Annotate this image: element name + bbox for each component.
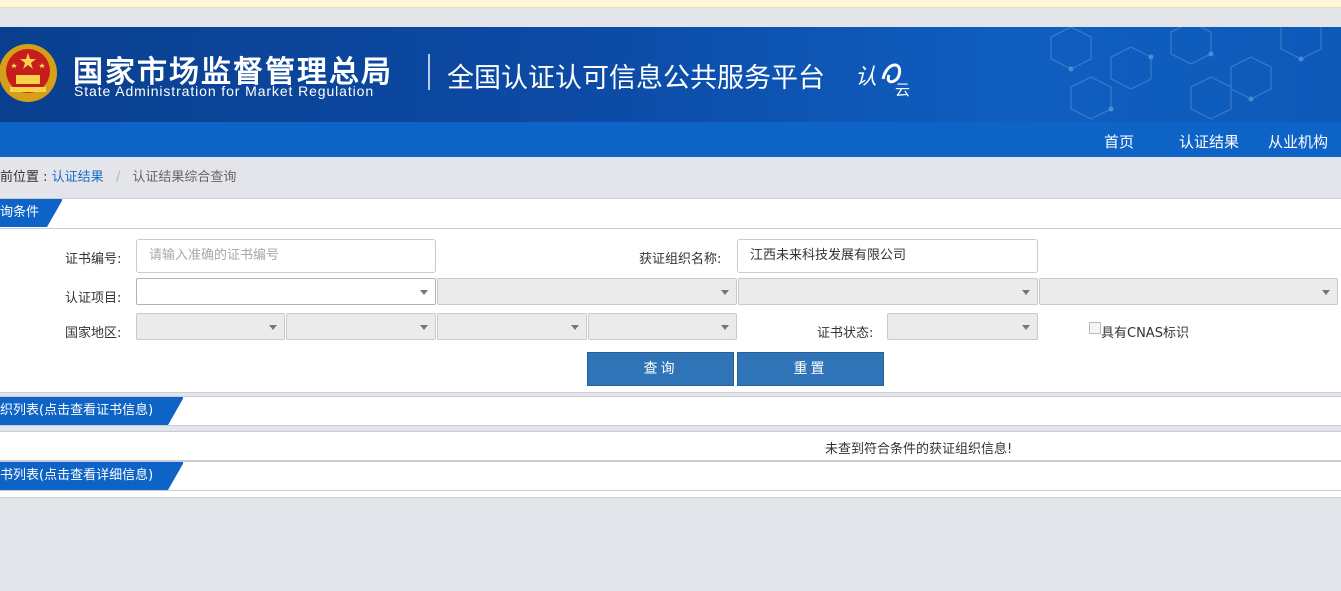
nav-home[interactable]: 首页	[1104, 131, 1134, 152]
project-select-2[interactable]	[437, 278, 737, 305]
chevron-down-icon	[420, 290, 428, 295]
project-select-4[interactable]	[1039, 278, 1338, 305]
browser-notification-strip	[0, 0, 1341, 8]
platform-title: 全国认证认可信息公共服务平台	[447, 63, 825, 94]
org-list-title: 织列表(点击查看证书信息)	[0, 397, 183, 425]
chevron-down-icon	[1022, 290, 1030, 295]
region-select-city[interactable]	[437, 313, 587, 340]
header-divider	[428, 54, 430, 90]
nav-cert-results[interactable]: 认证结果	[1179, 131, 1239, 152]
project-select-1[interactable]	[136, 278, 436, 305]
agency-name-en: State Administration for Market Regulati…	[74, 83, 375, 99]
site-banner: 国家市场监督管理总局 State Administration for Mark…	[0, 27, 1341, 122]
chevron-down-icon	[1022, 325, 1030, 330]
cnas-checkbox[interactable]	[1089, 322, 1101, 334]
query-section-title: 询条件	[0, 199, 62, 227]
cert-no-label: 证书编号:	[65, 252, 122, 267]
empty-result-message: 未查到符合条件的获证组织信息!	[825, 442, 1013, 457]
chevron-down-icon	[420, 325, 428, 330]
chevron-down-icon	[1322, 290, 1330, 295]
chevron-down-icon	[571, 325, 579, 330]
cert-status-label: 证书状态:	[817, 326, 874, 341]
national-emblem-icon	[0, 44, 57, 102]
chevron-down-icon	[721, 325, 729, 330]
chevron-down-icon	[269, 325, 277, 330]
cert-no-input[interactable]: 请输入准确的证书编号	[136, 239, 436, 273]
org-name-input[interactable]: 江西未来科技发展有限公司	[737, 239, 1038, 273]
main-nav: 首页 认证结果 从业机构	[0, 122, 1341, 157]
cert-list-body	[0, 491, 1341, 498]
project-select-3[interactable]	[738, 278, 1038, 305]
cert-status-select[interactable]	[887, 313, 1038, 340]
hexagon-pattern-decoration	[1050, 27, 1322, 120]
region-label: 国家地区:	[65, 326, 122, 341]
reset-button[interactable]: 重置	[737, 352, 884, 386]
logo-char-b: 云	[895, 81, 910, 97]
breadcrumb-link-results[interactable]: 认证结果	[52, 170, 104, 185]
query-header-line	[0, 228, 1341, 229]
org-list-header: 织列表(点击查看证书信息)	[0, 396, 1341, 426]
org-name-label: 获证组织名称:	[639, 252, 722, 267]
logo-char-a: 认	[855, 65, 877, 90]
breadcrumb: 前位置 : 认证结果 / 认证结果综合查询	[0, 166, 236, 185]
query-panel: 询条件 证书编号: 请输入准确的证书编号 获证组织名称: 江西未来科技发展有限公…	[0, 198, 1341, 393]
cert-list-title: 书列表(点击查看详细信息)	[0, 462, 183, 490]
region-select-country[interactable]	[136, 313, 285, 340]
breadcrumb-separator: /	[115, 170, 121, 185]
chevron-down-icon	[721, 290, 729, 295]
search-button[interactable]: 查询	[587, 352, 734, 386]
breadcrumb-prefix: 前位置 :	[0, 170, 48, 185]
cnas-label: 具有CNAS标识	[1101, 326, 1189, 341]
project-label: 认证项目:	[65, 291, 122, 306]
region-select-province[interactable]	[286, 313, 436, 340]
nav-institutions[interactable]: 从业机构	[1268, 131, 1328, 152]
cert-list-header: 书列表(点击查看详细信息)	[0, 461, 1341, 491]
region-select-district[interactable]	[588, 313, 737, 340]
renzheng-cloud-logo: 认 云	[855, 63, 910, 97]
org-list-body: 未查到符合条件的获证组织信息!	[0, 431, 1341, 461]
breadcrumb-current: 认证结果综合查询	[132, 170, 237, 185]
